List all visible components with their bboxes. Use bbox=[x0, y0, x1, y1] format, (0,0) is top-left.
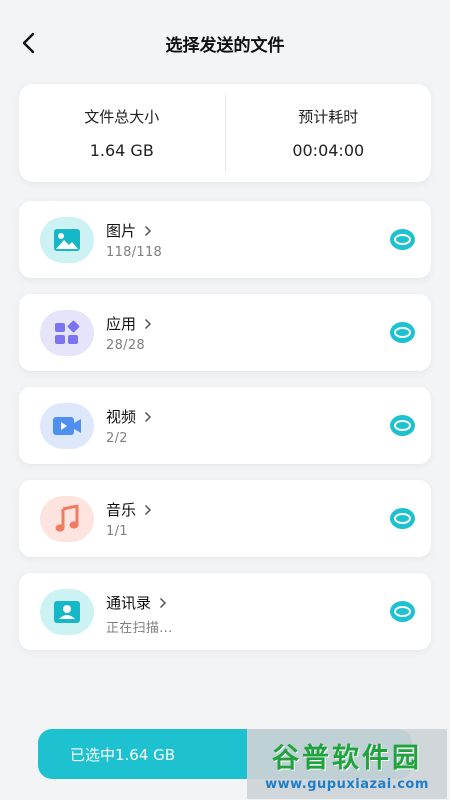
file-category-label: 音乐 bbox=[106, 501, 137, 519]
video-icon bbox=[53, 417, 81, 435]
music-icon-wrap bbox=[40, 496, 94, 542]
chevron-right-icon bbox=[144, 225, 152, 237]
file-category-name: 应用 bbox=[106, 313, 152, 334]
chevron-right-icon bbox=[159, 597, 167, 609]
file-category-music[interactable]: 音乐 1/1 bbox=[19, 480, 431, 557]
check-ring-icon bbox=[394, 513, 411, 524]
file-category-list: 图片 118/118 应用 28/28 视频 2/2 音乐 1/1 通讯录 正在… bbox=[19, 201, 431, 666]
estimated-time-value: 00:04:00 bbox=[292, 141, 365, 160]
check-ring-icon bbox=[394, 606, 411, 617]
file-category-apps[interactable]: 应用 28/28 bbox=[19, 294, 431, 371]
watermark-title: 谷普软件园 bbox=[272, 743, 422, 774]
file-category-images[interactable]: 图片 118/118 bbox=[19, 201, 431, 278]
check-ring-icon bbox=[394, 420, 411, 431]
file-category-contacts[interactable]: 通讯录 正在扫描... bbox=[19, 573, 431, 650]
check-ring-icon bbox=[394, 327, 411, 338]
summary-card: 文件总大小 1.64 GB 预计耗时 00:04:00 bbox=[19, 84, 431, 182]
file-category-count: 1/1 bbox=[106, 524, 128, 539]
file-category-name: 图片 bbox=[106, 220, 152, 241]
select-checkbox[interactable] bbox=[390, 601, 415, 622]
estimated-time-label: 预计耗时 bbox=[298, 108, 359, 126]
contact-icon-wrap bbox=[40, 589, 94, 635]
image-icon-wrap bbox=[40, 217, 94, 263]
apps-icon bbox=[55, 320, 80, 344]
file-category-count: 118/118 bbox=[106, 245, 163, 260]
check-ring-icon bbox=[394, 234, 411, 245]
select-checkbox[interactable] bbox=[390, 415, 415, 436]
estimated-time-section: 预计耗时 00:04:00 bbox=[226, 84, 432, 182]
music-icon bbox=[55, 505, 79, 532]
image-icon bbox=[54, 229, 80, 251]
chevron-right-icon bbox=[144, 411, 152, 423]
file-category-status: 正在扫描... bbox=[106, 621, 173, 636]
file-category-label: 应用 bbox=[106, 315, 137, 333]
header: 选择发送的文件 bbox=[0, 0, 450, 84]
selected-size-label: 已选中1.64 GB bbox=[70, 745, 176, 764]
file-category-count: 28/28 bbox=[106, 338, 145, 353]
select-checkbox[interactable] bbox=[390, 322, 415, 343]
chevron-right-icon bbox=[144, 504, 152, 516]
select-checkbox[interactable] bbox=[390, 229, 415, 250]
total-size-value: 1.64 GB bbox=[89, 141, 154, 160]
file-category-name: 视频 bbox=[106, 406, 152, 427]
file-category-name: 通讯录 bbox=[106, 592, 167, 613]
file-category-videos[interactable]: 视频 2/2 bbox=[19, 387, 431, 464]
contact-icon bbox=[54, 601, 80, 623]
file-category-label: 通讯录 bbox=[106, 594, 152, 612]
file-category-name: 音乐 bbox=[106, 499, 152, 520]
page-title: 选择发送的文件 bbox=[165, 36, 285, 56]
watermark: 谷普软件园 www.gupuxiazai.com bbox=[247, 729, 447, 799]
video-icon-wrap bbox=[40, 403, 94, 449]
watermark-url: www.gupuxiazai.com bbox=[265, 777, 429, 792]
apps-icon-wrap bbox=[40, 310, 94, 356]
file-category-label: 图片 bbox=[106, 222, 137, 240]
total-size-section: 文件总大小 1.64 GB bbox=[19, 84, 225, 182]
chevron-right-icon bbox=[144, 318, 152, 330]
total-size-label: 文件总大小 bbox=[84, 108, 160, 126]
file-category-label: 视频 bbox=[106, 408, 137, 426]
file-category-count: 2/2 bbox=[106, 431, 128, 446]
select-checkbox[interactable] bbox=[390, 508, 415, 529]
